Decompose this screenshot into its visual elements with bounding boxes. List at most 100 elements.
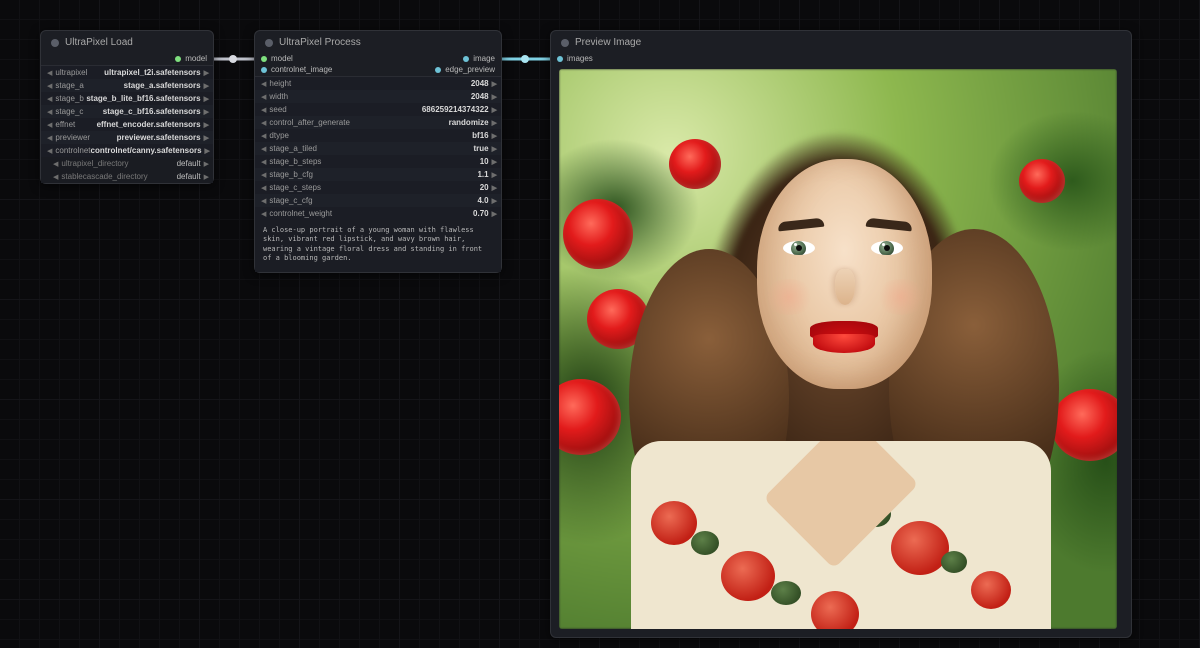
param-row[interactable]: ◀effneteffnet_encoder.safetensors▶ <box>41 118 213 131</box>
chevron-left-icon: ◀ <box>47 95 52 103</box>
output-port-edge-preview[interactable]: edge_preview <box>435 65 495 74</box>
chevron-right-icon: ▶ <box>492 80 497 88</box>
param-row[interactable]: ◀ultrapixel_directorydefault▶ <box>41 157 213 170</box>
node-body: ◀ultrapixelultrapixel_t2i.safetensors▶◀s… <box>41 65 213 183</box>
param-row[interactable]: ◀stage_astage_a.safetensors▶ <box>41 79 213 92</box>
param-value: controlnet/canny.safetensors <box>91 146 202 155</box>
param-label: stage_b <box>55 94 83 103</box>
chevron-right-icon: ▶ <box>492 171 497 179</box>
chevron-left-icon: ◀ <box>261 145 266 153</box>
output-port-image[interactable]: image <box>463 54 495 63</box>
param-row[interactable]: ◀stage_bstage_b_lite_bf16.safetensors ▶ <box>41 92 213 105</box>
param-row[interactable]: ◀controlnet_weight 0.70▶ <box>255 207 501 220</box>
input-port-images[interactable]: images <box>557 54 593 63</box>
param-label: control_after_generate <box>269 118 350 127</box>
param-label: controlnet_weight <box>269 209 332 218</box>
param-value: default <box>177 172 201 181</box>
param-label: effnet <box>55 120 75 129</box>
param-row[interactable]: ◀width 2048▶ <box>255 90 501 103</box>
prompt-text[interactable]: A close-up portrait of a young woman wit… <box>255 220 501 272</box>
chevron-left-icon: ◀ <box>261 171 266 179</box>
node-title[interactable]: UltraPixel Load <box>41 31 213 52</box>
chevron-right-icon: ▶ <box>492 106 497 114</box>
chevron-right-icon: ▶ <box>205 147 210 155</box>
chevron-right-icon: ▶ <box>492 158 497 166</box>
chevron-left-icon: ◀ <box>47 108 52 116</box>
input-port-model[interactable]: model <box>261 54 293 63</box>
param-label: stage_b_steps <box>269 157 321 166</box>
param-value: previewer.safetensors <box>117 133 201 142</box>
chevron-left-icon: ◀ <box>47 134 52 142</box>
param-label: height <box>269 79 291 88</box>
node-preview-image[interactable]: Preview Image images <box>550 30 1132 638</box>
collapse-dot-icon[interactable] <box>265 39 273 47</box>
param-value: 2048 <box>471 92 489 101</box>
chevron-left-icon: ◀ <box>261 184 266 192</box>
param-value: stage_a.safetensors <box>124 81 201 90</box>
chevron-right-icon: ▶ <box>492 93 497 101</box>
param-value: 20 <box>480 183 489 192</box>
chevron-right-icon: ▶ <box>492 184 497 192</box>
param-row[interactable]: ◀stage_c_cfg 4.0 ▶ <box>255 194 501 207</box>
chevron-left-icon: ◀ <box>261 210 266 218</box>
chevron-left-icon: ◀ <box>47 69 52 77</box>
param-value: 686259214374322 <box>422 105 489 114</box>
output-port-model[interactable]: model <box>175 54 207 63</box>
chevron-right-icon: ▶ <box>492 132 497 140</box>
node-title-label: UltraPixel Process <box>279 37 361 48</box>
chevron-right-icon: ▶ <box>204 173 209 181</box>
collapse-dot-icon[interactable] <box>561 39 569 47</box>
chevron-right-icon: ▶ <box>492 210 497 218</box>
chevron-left-icon: ◀ <box>261 93 266 101</box>
param-label: ultrapixel_directory <box>61 159 128 168</box>
chevron-right-icon: ▶ <box>204 160 209 168</box>
param-row[interactable]: ◀controlnetcontrolnet/canny.safetensors▶ <box>41 144 213 157</box>
param-value: default <box>177 159 201 168</box>
param-label: stage_a <box>55 81 83 90</box>
param-label: stage_b_cfg <box>269 170 313 179</box>
param-label: stage_c <box>55 107 83 116</box>
param-row[interactable]: ◀height 2048▶ <box>255 77 501 90</box>
param-label: stage_c_cfg <box>269 196 312 205</box>
param-value: stage_c_bf16.safetensors <box>103 107 201 116</box>
param-label: dtype <box>269 131 289 140</box>
param-value: randomize <box>449 118 489 127</box>
chevron-right-icon: ▶ <box>204 134 209 142</box>
param-row[interactable]: ◀dtypebf16▶ <box>255 129 501 142</box>
chevron-left-icon: ◀ <box>261 80 266 88</box>
param-label: seed <box>269 105 286 114</box>
param-value: ultrapixel_t2i.safetensors <box>104 68 200 77</box>
node-ultrapixel-process[interactable]: UltraPixel Process model image controlne… <box>254 30 502 273</box>
param-row[interactable]: ◀stage_cstage_c_bf16.safetensors▶ <box>41 105 213 118</box>
chevron-right-icon: ▶ <box>492 197 497 205</box>
param-row[interactable]: ◀stage_a_tiledtrue▶ <box>255 142 501 155</box>
param-row[interactable]: ◀stage_b_steps 10▶ <box>255 155 501 168</box>
chevron-right-icon: ▶ <box>492 145 497 153</box>
input-port-controlnet-image[interactable]: controlnet_image <box>261 65 332 74</box>
collapse-dot-icon[interactable] <box>51 39 59 47</box>
param-row[interactable]: ◀previewerpreviewer.safetensors▶ <box>41 131 213 144</box>
param-row[interactable]: ◀seed686259214374322▶ <box>255 103 501 116</box>
param-label: ultrapixel <box>55 68 87 77</box>
chevron-left-icon: ◀ <box>261 197 266 205</box>
chevron-right-icon: ▶ <box>204 69 209 77</box>
param-value: 4.0 <box>477 196 488 205</box>
node-title[interactable]: UltraPixel Process <box>255 31 501 52</box>
chevron-right-icon: ▶ <box>204 95 209 103</box>
param-row[interactable]: ◀ultrapixel ultrapixel_t2i.safetensors ▶ <box>41 66 213 79</box>
param-row[interactable]: ◀stablecascade_directorydefault▶ <box>41 170 213 183</box>
param-label: stage_c_steps <box>269 183 321 192</box>
param-row[interactable]: ◀stage_b_cfg1.1▶ <box>255 168 501 181</box>
node-title-label: Preview Image <box>575 37 641 48</box>
param-value: stage_b_lite_bf16.safetensors <box>86 94 200 103</box>
node-title[interactable]: Preview Image <box>551 31 1131 52</box>
graph-canvas[interactable]: { "nodes": { "load": { "title": "UltraPi… <box>0 0 1200 648</box>
param-value: 10 <box>480 157 489 166</box>
param-row[interactable]: ◀stage_c_steps 20▶ <box>255 181 501 194</box>
node-ultrapixel-load[interactable]: UltraPixel Load model ◀ultrapixelultrapi… <box>40 30 214 184</box>
param-value: 0.70 <box>473 209 489 218</box>
param-label: width <box>269 92 288 101</box>
chevron-left-icon: ◀ <box>261 158 266 166</box>
param-row[interactable]: ◀control_after_generaterandomize▶ <box>255 116 501 129</box>
param-value: 2048 <box>471 79 489 88</box>
